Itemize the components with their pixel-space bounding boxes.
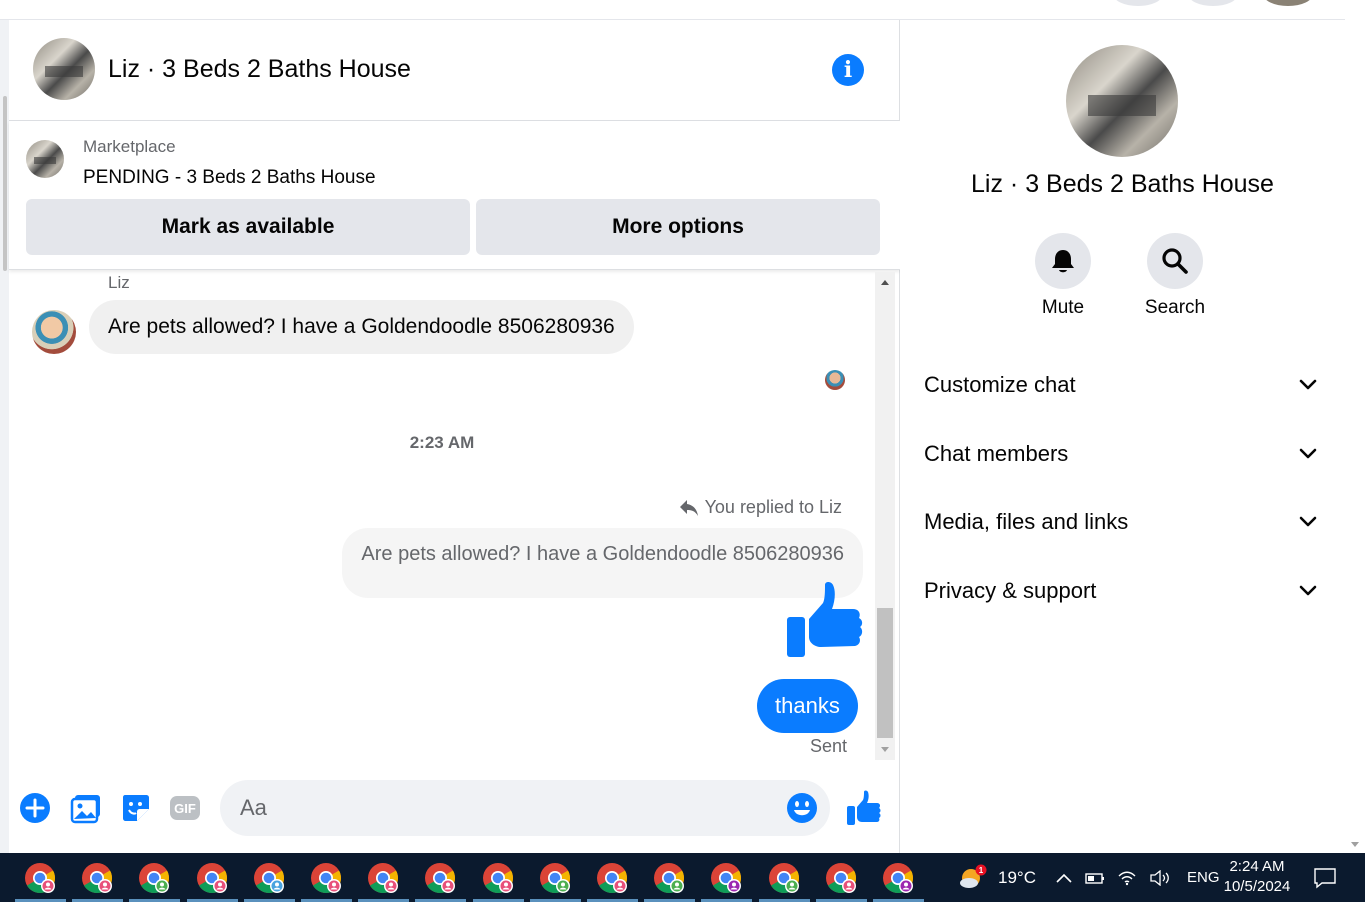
more-options-button[interactable]: More options xyxy=(476,199,880,255)
section-label: Customize chat xyxy=(924,372,1076,397)
section-label: Privacy & support xyxy=(924,578,1097,603)
chrome-taskbar-icon[interactable] xyxy=(587,861,638,902)
section-label: Media, files and links xyxy=(924,509,1129,534)
notifications-icon[interactable] xyxy=(1313,867,1337,889)
scrollbar-thumb[interactable] xyxy=(877,608,893,738)
conversation-avatar[interactable] xyxy=(1066,45,1178,157)
svg-text:GIF: GIF xyxy=(174,801,196,816)
system-clock[interactable]: 2:24 AM 10/5/2024 xyxy=(1218,857,1296,897)
sender-avatar[interactable] xyxy=(32,310,76,354)
sender-name: Liz xyxy=(108,273,130,292)
clock-date: 10/5/2024 xyxy=(1223,878,1291,895)
chrome-taskbar-icon[interactable] xyxy=(186,861,238,902)
reply-indicator-text: You replied to Liz xyxy=(704,497,842,517)
top-bar-button[interactable] xyxy=(1188,0,1238,6)
chrome-taskbar-icon[interactable] xyxy=(472,861,524,902)
chat-title[interactable]: Liz · 3 Beds 2 Baths House xyxy=(108,55,411,84)
scrollbar-thumb[interactable] xyxy=(3,96,7,271)
chrome-taskbar-icon[interactable] xyxy=(301,861,352,902)
gif-icon[interactable]: GIF xyxy=(169,792,201,824)
conversation-info-panel: Liz · 3 Beds 2 Baths House Mute Search C… xyxy=(900,20,1345,853)
listing-status[interactable]: PENDING - 3 Beds 2 Baths House xyxy=(83,167,376,189)
message-composer: GIF xyxy=(9,775,900,845)
battery-icon[interactable] xyxy=(1085,871,1105,885)
message-thread: Liz Are pets allowed? I have a Goldendoo… xyxy=(9,270,900,770)
reply-icon xyxy=(679,499,698,516)
marketplace-label: Marketplace xyxy=(83,137,176,156)
chat-avatar[interactable] xyxy=(33,38,95,100)
search-button[interactable]: Search xyxy=(1135,233,1215,319)
scroll-down-arrow[interactable] xyxy=(881,747,889,752)
chat-header: Liz · 3 Beds 2 Baths House i xyxy=(9,20,900,121)
chrome-taskbar-icon[interactable] xyxy=(701,861,753,902)
listing-thumbnail[interactable] xyxy=(26,140,64,178)
profile-avatar[interactable] xyxy=(1263,0,1313,6)
chrome-taskbar-icon[interactable] xyxy=(815,861,867,902)
outgoing-message[interactable]: thanks xyxy=(757,679,858,733)
chrome-taskbar-icon[interactable] xyxy=(15,861,66,902)
chrome-taskbar-icon[interactable] xyxy=(644,861,696,902)
chrome-taskbar-icon[interactable] xyxy=(358,861,410,902)
reply-indicator: You replied to Liz xyxy=(679,497,842,518)
weather-icon: 1 xyxy=(960,864,987,888)
customize-chat-section[interactable]: Customize chat xyxy=(916,361,1326,409)
plus-circle-icon[interactable] xyxy=(19,792,51,824)
clock-time: 2:24 AM xyxy=(1229,858,1285,875)
chrome-taskbar-icon[interactable] xyxy=(72,861,124,902)
chevron-down-icon xyxy=(1299,379,1317,390)
chrome-taskbar-icon[interactable] xyxy=(529,861,581,902)
chevron-up-icon[interactable] xyxy=(1055,871,1073,885)
sticker-icon[interactable] xyxy=(120,792,152,824)
top-bar-button[interactable] xyxy=(1113,0,1163,6)
seen-indicator-avatar xyxy=(825,370,845,390)
search-icon xyxy=(1162,248,1188,274)
wifi-icon[interactable] xyxy=(1117,870,1137,886)
privacy-support-section[interactable]: Privacy & support xyxy=(916,567,1326,615)
bell-icon xyxy=(1052,250,1074,273)
scroll-up-arrow[interactable] xyxy=(881,280,889,285)
scroll-down-arrow[interactable] xyxy=(1351,842,1359,847)
media-files-links-section[interactable]: Media, files and links xyxy=(916,498,1326,546)
chevron-down-icon xyxy=(1299,448,1317,459)
system-tray: ENG xyxy=(1055,853,1220,902)
input-language[interactable]: ENG xyxy=(1187,869,1220,886)
delivery-status: Sent xyxy=(810,736,848,756)
window-scrollbar[interactable] xyxy=(1345,0,1365,853)
app-window: Liz · 3 Beds 2 Baths House i Marketplace… xyxy=(0,0,1365,902)
top-bar xyxy=(0,0,1345,20)
thumbs-up-icon[interactable] xyxy=(846,790,882,826)
taskbar: 1 19°C ENG 2:24 AM 10/5/2024 xyxy=(0,853,1365,902)
emoji-icon[interactable] xyxy=(786,792,818,824)
mute-label: Mute xyxy=(1041,297,1085,318)
volume-icon[interactable] xyxy=(1149,869,1171,886)
chat-panel: Liz · 3 Beds 2 Baths House i Marketplace… xyxy=(9,20,900,853)
chrome-taskbar-icon[interactable] xyxy=(415,861,467,902)
marketplace-banner: Marketplace PENDING - 3 Beds 2 Baths Hou… xyxy=(9,121,900,270)
conversation-title: Liz · 3 Beds 2 Baths House xyxy=(971,170,1274,198)
search-label: Search xyxy=(1144,297,1206,318)
incoming-message[interactable]: Are pets allowed? I have a Goldendoodle … xyxy=(89,300,634,354)
page-scrollbar[interactable] xyxy=(0,20,9,853)
chrome-taskbar-icon[interactable] xyxy=(873,861,924,902)
thread-scrollbar[interactable] xyxy=(875,272,895,760)
message-input[interactable] xyxy=(220,780,830,836)
chevron-down-icon xyxy=(1299,516,1317,527)
chrome-taskbar-icon[interactable] xyxy=(758,861,810,902)
section-label: Chat members xyxy=(924,441,1069,466)
chevron-down-icon xyxy=(1299,585,1317,596)
weather-badge: 1 xyxy=(979,866,984,875)
weather-widget[interactable]: 1 19°C xyxy=(956,853,1036,902)
chrome-taskbar-icon[interactable] xyxy=(243,861,295,902)
weather-temperature: 19°C xyxy=(998,867,1036,887)
chrome-taskbar-icon[interactable] xyxy=(129,861,181,902)
chat-members-section[interactable]: Chat members xyxy=(916,430,1326,478)
message-timestamp: 2:23 AM xyxy=(409,433,475,452)
photo-icon[interactable] xyxy=(70,792,102,824)
mark-as-available-button[interactable]: Mark as available xyxy=(26,199,470,255)
thumbs-up-icon[interactable] xyxy=(785,581,865,661)
mute-button[interactable]: Mute xyxy=(1023,233,1103,319)
info-icon[interactable]: i xyxy=(832,54,864,86)
